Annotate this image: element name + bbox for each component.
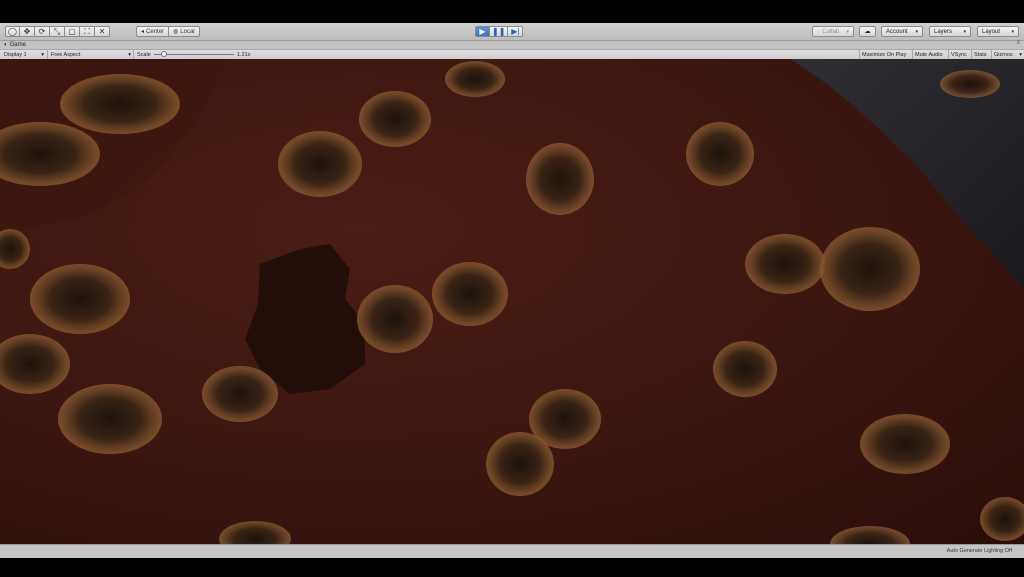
maximize-on-play-toggle[interactable]: Maximize On Play	[862, 51, 906, 58]
chevron-down-icon: ▾	[915, 28, 918, 35]
main-toolbar: ◯ ✥ ⟳ ⤡ ▢ ⛶ ✕ ◂ Center ◍ Local ▶ ❚❚ ▶| ◌…	[0, 23, 1024, 41]
step-icon: ▶|	[511, 27, 520, 36]
pause-button[interactable]: ❚❚	[490, 26, 509, 37]
aspect-dropdown[interactable]: Free Aspect ▾	[51, 51, 131, 58]
scale-slider-handle[interactable]	[161, 51, 168, 57]
separator	[912, 50, 913, 59]
pivot-space-button[interactable]: ◍ Local	[169, 26, 200, 37]
local-icon: ◍	[173, 29, 179, 35]
account-dropdown[interactable]: Account ▾	[881, 26, 923, 37]
mute-audio-toggle[interactable]: Mute Audio	[915, 51, 943, 58]
pivot-controls: ◂ Center ◍ Local	[136, 26, 200, 37]
stats-toggle[interactable]: Stats	[974, 51, 987, 58]
separator	[971, 50, 972, 59]
cloud-icon: ☁	[864, 29, 871, 35]
chevron-down-icon: ▾	[1019, 51, 1022, 58]
collab-label: Collab	[822, 28, 840, 35]
move-tool-button[interactable]: ✥	[20, 26, 35, 37]
collab-icon: ◌	[817, 28, 821, 35]
pivot-mode-button[interactable]: ◂ Center	[136, 26, 170, 37]
scale-value: 1.21x	[237, 51, 251, 58]
game-render	[0, 59, 1024, 544]
separator	[948, 50, 949, 59]
rotate-tool-button[interactable]: ⟳	[35, 26, 50, 37]
rect-tool-button[interactable]: ▢	[65, 26, 80, 37]
hand-icon: ◯	[8, 27, 17, 36]
space-label: Local	[180, 28, 195, 35]
aspect-label: Free Aspect	[51, 51, 81, 58]
chevron-down-icon: ▾	[41, 51, 44, 58]
chevron-down-icon: ▾	[963, 28, 966, 35]
separator	[859, 50, 860, 59]
layout-label: Layout	[982, 28, 1001, 35]
scale-label: Scale	[137, 51, 151, 58]
transform-tools: ◯ ✥ ⟳ ⤡ ▢ ⛶ ✕	[5, 26, 110, 37]
lighting-status: Auto Generate Lighting Off	[946, 548, 1012, 554]
display-dropdown[interactable]: Display 1 ▾	[4, 51, 44, 58]
custom-tool-button[interactable]: ✕	[95, 26, 110, 37]
gizmos-label: Gizmos	[994, 51, 1013, 58]
layout-dropdown[interactable]: Layout ▾	[977, 26, 1019, 37]
tab-strip: ◐ Game ≡	[0, 40, 1024, 49]
play-icon: ▶	[479, 27, 486, 36]
pivot-label: Center	[146, 28, 165, 35]
chevron-down-icon: ▾	[1011, 28, 1014, 35]
chevron-down-icon: ▾	[128, 51, 131, 58]
separator	[133, 50, 134, 59]
shadow-shape	[245, 244, 365, 394]
game-viewport[interactable]	[0, 59, 1024, 544]
layers-label: Layers	[934, 28, 953, 35]
scale-tool-button[interactable]: ⤡	[50, 26, 65, 37]
unity-editor-window: ◯ ✥ ⟳ ⤡ ▢ ⛶ ✕ ◂ Center ◍ Local ▶ ❚❚ ▶| ◌…	[0, 23, 1024, 558]
account-label: Account	[886, 28, 908, 35]
vsync-toggle[interactable]: VSync	[951, 51, 967, 58]
custom-tool-icon: ✕	[98, 27, 106, 36]
tab-game[interactable]: ◐ Game	[4, 42, 26, 48]
step-button[interactable]: ▶|	[508, 26, 524, 37]
chevron-down-icon: ▾	[846, 28, 849, 35]
tab-game-label: Game	[9, 42, 26, 48]
play-button[interactable]: ▶	[475, 26, 490, 37]
separator	[991, 50, 992, 59]
tab-menu-icon[interactable]: ≡	[1016, 40, 1020, 46]
gizmos-dropdown[interactable]: Gizmos ▾	[994, 51, 1022, 58]
status-bar: Auto Generate Lighting Off	[0, 544, 1024, 558]
collab-dropdown[interactable]: ◌ Collab ▾	[812, 26, 854, 37]
transform-tool-button[interactable]: ⛶	[80, 26, 95, 37]
pause-icon: ❚❚	[492, 27, 506, 36]
move-icon: ✥	[23, 27, 31, 36]
rotate-icon: ⟳	[38, 27, 46, 36]
rect-tool-icon: ▢	[68, 27, 76, 36]
game-icon: ◐	[4, 42, 8, 48]
cloud-button[interactable]: ☁	[859, 26, 876, 37]
play-controls: ▶ ❚❚ ▶|	[475, 26, 524, 37]
display-label: Display 1	[4, 51, 27, 58]
layers-dropdown[interactable]: Layers ▾	[929, 26, 971, 37]
transform-tool-icon: ⛶	[84, 26, 90, 36]
hand-tool-button[interactable]: ◯	[5, 26, 20, 37]
pivot-icon: ◂	[141, 29, 145, 35]
scale-icon: ⤡	[53, 26, 61, 36]
separator	[47, 50, 48, 59]
